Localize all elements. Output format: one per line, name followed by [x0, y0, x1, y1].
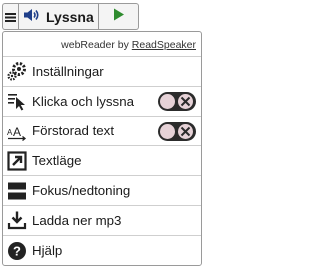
- speaker-icon: [23, 8, 41, 25]
- menu-item-focus-dimming[interactable]: Fokus/nedtoning: [3, 176, 201, 206]
- webreader-menu-panel: webReader by ReadSpeaker Inställningar K…: [2, 31, 202, 266]
- menu-item-click-and-listen[interactable]: Klicka och lyssna: [3, 87, 201, 117]
- menu-item-label: Fokus/nedtoning: [32, 183, 131, 199]
- play-button[interactable]: [99, 3, 139, 30]
- readspeaker-link[interactable]: ReadSpeaker: [132, 39, 196, 51]
- menu-item-label: Textläge: [32, 153, 82, 169]
- toggle-knob: [160, 123, 175, 139]
- credit-prefix: webReader by: [61, 39, 129, 51]
- click-and-listen-toggle[interactable]: [158, 91, 196, 111]
- menu-item-label: Förstorad text: [32, 123, 115, 139]
- menu-toggle-button[interactable]: [2, 3, 18, 30]
- toggle-off-icon: [178, 93, 193, 109]
- menu-item-label: Hjälp: [32, 243, 63, 259]
- listen-label: Lyssna: [46, 8, 94, 25]
- menu-icon: [5, 9, 16, 27]
- readspeaker-toolbar: Lyssna: [2, 3, 139, 30]
- play-icon: [113, 8, 125, 26]
- menu-item-label: Klicka och lyssna: [32, 93, 134, 109]
- svg-text:A: A: [13, 125, 21, 139]
- toggle-knob: [160, 93, 175, 109]
- menu-item-help[interactable]: ? Hjälp: [3, 236, 201, 265]
- enlarged-text-icon: A A: [7, 121, 27, 141]
- menu-item-label: Inställningar: [32, 63, 104, 79]
- enlarged-text-toggle[interactable]: [158, 121, 196, 141]
- svg-text:?: ?: [13, 243, 21, 258]
- listen-button[interactable]: Lyssna: [18, 3, 99, 30]
- menu-item-enlarged-text[interactable]: A A Förstorad text: [3, 117, 201, 147]
- gears-icon: [7, 61, 27, 81]
- text-mode-icon: [7, 151, 27, 171]
- toggle-off-icon: [178, 123, 193, 139]
- click-listen-icon: [7, 91, 27, 111]
- menu-item-download-mp3[interactable]: Ladda ner mp3: [3, 206, 201, 236]
- powered-by-credit: webReader by ReadSpeaker: [3, 32, 201, 57]
- focus-dimming-icon: [7, 181, 27, 201]
- menu-item-label: Ladda ner mp3: [32, 212, 122, 228]
- menu-item-settings[interactable]: Inställningar: [3, 57, 201, 87]
- download-icon: [7, 210, 27, 230]
- menu-item-text-mode[interactable]: Textläge: [3, 146, 201, 177]
- help-icon: ?: [7, 241, 27, 261]
